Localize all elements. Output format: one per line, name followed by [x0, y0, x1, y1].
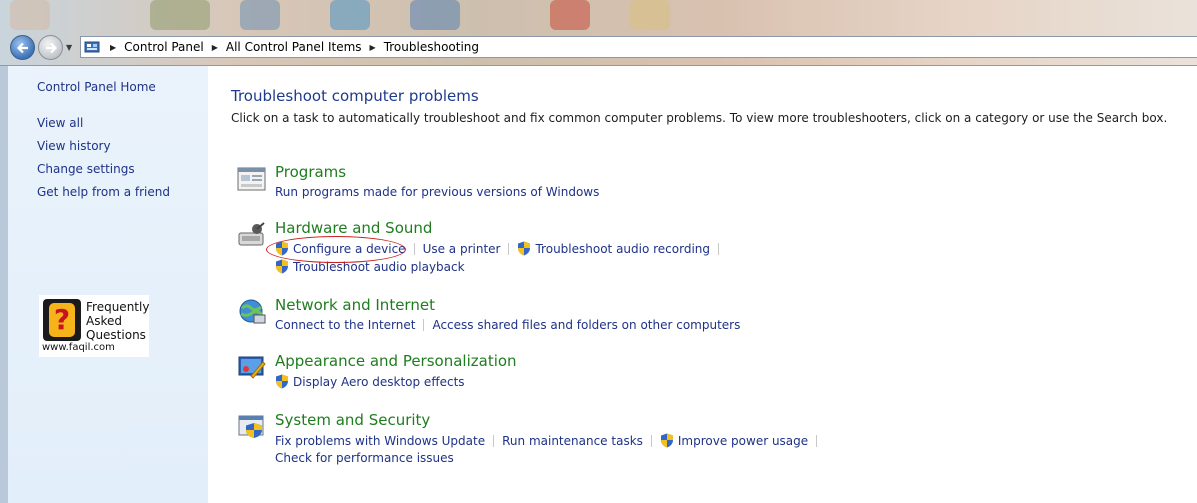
- programs-icon[interactable]: [237, 165, 267, 193]
- back-button[interactable]: [10, 35, 35, 60]
- task-row: Connect to the Internet Access shared fi…: [275, 318, 740, 332]
- sidebar-item-change-settings[interactable]: Change settings: [37, 162, 135, 176]
- task-row: Run programs made for previous versions …: [275, 185, 599, 199]
- annotation-circle: [266, 236, 406, 263]
- sidebar: Control Panel Home View all View history…: [0, 66, 208, 503]
- faq-logo-url: www.faqil.com: [42, 342, 115, 353]
- sidebar-item-get-help[interactable]: Get help from a friend: [37, 185, 170, 199]
- task-separator: [493, 434, 495, 447]
- breadcrumb-troubleshooting[interactable]: Troubleshooting: [384, 40, 479, 54]
- task-run-legacy-programs[interactable]: Run programs made for previous versions …: [275, 185, 599, 199]
- question-mark-icon: ?: [43, 299, 81, 341]
- task-separator: [508, 242, 510, 255]
- taskbar-blur: [550, 0, 590, 30]
- category-title-hardware-sound[interactable]: Hardware and Sound: [275, 219, 432, 237]
- task-row: Display Aero desktop effects: [275, 374, 465, 389]
- task-connect-internet[interactable]: Connect to the Internet: [275, 318, 415, 332]
- breadcrumb-control-panel[interactable]: Control Panel: [124, 40, 204, 54]
- taskbar-blur: [150, 0, 210, 30]
- category-title-system-security[interactable]: System and Security: [275, 411, 430, 429]
- category-title-network-internet[interactable]: Network and Internet: [275, 296, 435, 314]
- arrow-right-icon: [45, 42, 57, 53]
- taskbar-blur: [410, 0, 460, 30]
- network-icon[interactable]: [237, 298, 267, 326]
- task-access-shared-files[interactable]: Access shared files and folders on other…: [432, 318, 740, 332]
- appearance-icon[interactable]: [237, 354, 267, 382]
- main-content: Troubleshoot computer problems Click on …: [208, 66, 1197, 503]
- task-use-printer[interactable]: Use a printer: [423, 242, 501, 256]
- uac-shield-icon: [660, 433, 673, 448]
- task-fix-windows-update[interactable]: Fix problems with Windows Update: [275, 434, 485, 448]
- task-separator: [718, 242, 720, 255]
- task-display-aero-effects[interactable]: Display Aero desktop effects: [275, 374, 465, 389]
- page-description: Click on a task to automatically trouble…: [231, 111, 1168, 125]
- system-security-icon[interactable]: [237, 413, 267, 441]
- task-separator: [423, 319, 425, 331]
- window-titlebar: ▼ ▶ Control Panel ▶ All Control Panel It…: [0, 0, 1197, 66]
- faq-logo-text: Frequently Asked Questions: [86, 300, 150, 342]
- task-separator: [413, 242, 415, 255]
- task-run-maintenance[interactable]: Run maintenance tasks: [502, 434, 643, 448]
- task-row: Fix problems with Windows Update Run mai…: [275, 433, 825, 448]
- chevron-right-icon[interactable]: ▶: [212, 43, 218, 52]
- taskbar-blur: [330, 0, 370, 30]
- faq-logo: ? Frequently Asked Questions www.faqil.c…: [39, 295, 149, 357]
- sidebar-item-control-panel-home[interactable]: Control Panel Home: [37, 80, 156, 94]
- hardware-sound-icon[interactable]: [237, 221, 267, 249]
- category-title-programs[interactable]: Programs: [275, 163, 346, 181]
- task-label: Troubleshoot audio recording: [535, 241, 711, 256]
- arrow-left-icon: [16, 42, 28, 53]
- forward-button[interactable]: [38, 35, 63, 60]
- navigation-bar: ▼ ▶ Control Panel ▶ All Control Panel It…: [0, 30, 1197, 66]
- control-panel-icon: [84, 41, 100, 53]
- breadcrumb-all-items[interactable]: All Control Panel Items: [226, 40, 362, 54]
- taskbar-blur: [240, 0, 280, 30]
- chevron-right-icon: ▶: [110, 42, 117, 52]
- task-separator: [650, 434, 652, 447]
- category-title-appearance[interactable]: Appearance and Personalization: [275, 352, 517, 370]
- task-troubleshoot-audio-recording[interactable]: Troubleshoot audio recording: [517, 241, 710, 256]
- task-improve-power-usage[interactable]: Improve power usage: [660, 433, 808, 448]
- sidebar-item-view-history[interactable]: View history: [37, 139, 111, 153]
- sidebar-item-view-all[interactable]: View all: [37, 116, 83, 130]
- task-separator: [816, 434, 818, 447]
- task-label: Improve power usage: [677, 433, 809, 448]
- uac-shield-icon: [276, 374, 288, 389]
- task-check-performance[interactable]: Check for performance issues: [275, 451, 454, 465]
- taskbar-blur: [10, 0, 50, 30]
- page-title: Troubleshoot computer problems: [231, 87, 479, 105]
- task-row: Check for performance issues: [275, 451, 454, 465]
- address-bar[interactable]: ▶ Control Panel ▶ All Control Panel Item…: [80, 36, 1197, 58]
- recent-pages-button[interactable]: ▼: [66, 43, 76, 53]
- uac-shield-icon: [276, 259, 288, 274]
- uac-shield-icon: [518, 241, 531, 256]
- taskbar-blur: [630, 0, 670, 30]
- chevron-right-icon[interactable]: ▶: [370, 43, 376, 52]
- task-label: Display Aero desktop effects: [293, 374, 465, 389]
